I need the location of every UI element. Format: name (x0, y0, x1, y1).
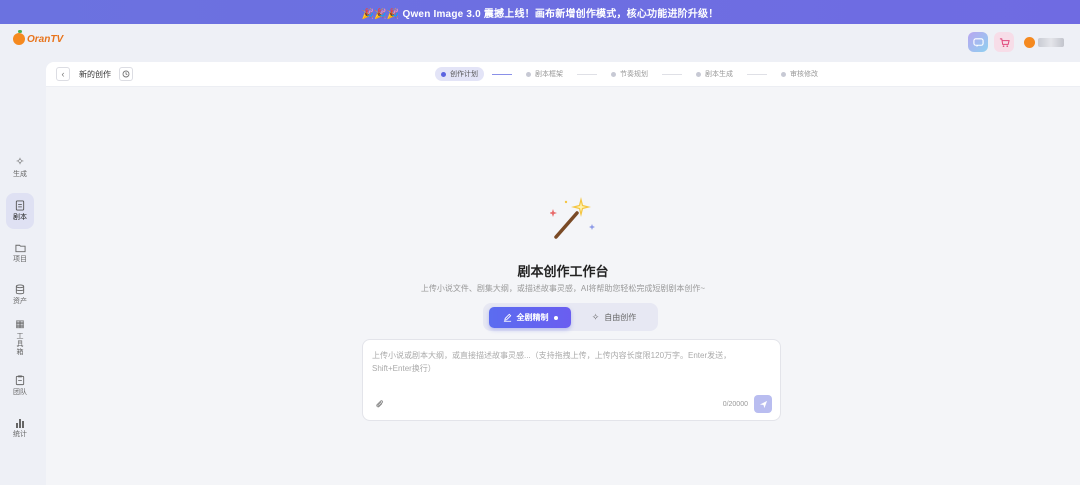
step-connector (662, 73, 682, 75)
logo-text: OranTV (27, 33, 64, 45)
prompt-composer[interactable]: 上传小说或剧本大纲，或直接描述故事灵感...（支持拖拽上传，上传内容长度限120… (362, 339, 781, 421)
sidebar-item-toolbox[interactable]: ▦ 工具箱 (6, 316, 34, 360)
sidebar-item-stats[interactable]: 统计 (6, 410, 34, 446)
folder-icon (14, 244, 26, 252)
sparkle-icon: ✧ (15, 156, 25, 168)
sidebar-item-project[interactable]: 项目 (6, 235, 34, 271)
step-framework[interactable]: 剧本框架 (520, 67, 569, 81)
free-creation-mode-button[interactable]: ✧ 自由创作 (575, 307, 653, 328)
progress-steps: 创作计划 剧本框架 节奏规划 剧本生成 审核修改 (435, 67, 824, 81)
workspace-title: 剧本创作工作台 (517, 264, 609, 279)
orange-logo-icon (13, 30, 25, 45)
document-icon (15, 200, 25, 211)
placeholder-line: 上传小说或剧本大纲，或直接描述故事灵感...（支持拖拽上传，上传内容长度限120… (372, 351, 732, 360)
step-review[interactable]: 审核修改 (775, 67, 824, 81)
mode-toggle: 全剧精制 ✧ 自由创作 (483, 303, 658, 331)
banner-text: 🎉🎉🎉 Qwen Image 3.0 震撼上线！画布新增创作模式，核心功能进阶升… (361, 8, 719, 20)
history-button[interactable] (119, 67, 133, 81)
send-button[interactable] (754, 395, 772, 413)
step-connector (577, 73, 597, 75)
sidebar-item-label: 生成 (13, 171, 27, 178)
sidebar-item-generate[interactable]: ✧ 生成 (6, 150, 34, 186)
sidebar-item-script[interactable]: 剧本 (6, 193, 34, 229)
sidebar: ✧ 生成 剧本 项目 资产 ▦ 工具箱 团队 统计 (0, 62, 46, 485)
sidebar-item-label: 剧本 (13, 214, 27, 221)
chevron-left-icon: ‹ (61, 69, 65, 79)
sidebar-item-label: 统计 (13, 430, 27, 438)
sparkle-icon: ✧ (591, 312, 600, 322)
step-dot (781, 71, 786, 77)
step-generate[interactable]: 剧本生成 (690, 67, 739, 81)
attach-button[interactable] (375, 399, 384, 411)
panel-header: ‹ 新的创作 创作计划 剧本框架 节奏规划 剧本生成 审核修改 (46, 62, 1080, 87)
step-dot (441, 71, 446, 77)
avatar (1024, 36, 1035, 48)
paperclip-icon (376, 400, 383, 408)
sidebar-item-label: 工具箱 (16, 333, 24, 356)
user-menu[interactable] (1024, 36, 1064, 48)
send-icon (759, 400, 767, 408)
sidebar-item-label: 团队 (13, 389, 27, 396)
char-counter: 0/20000 (722, 401, 748, 408)
step-label: 创作计划 (450, 71, 478, 78)
grid-icon: ▦ (15, 319, 25, 330)
team-icon (15, 375, 25, 386)
pen-icon (503, 313, 511, 322)
chat-button[interactable] (968, 32, 988, 52)
step-label: 剧本框架 (535, 71, 563, 78)
sidebar-item-label: 项目 (13, 255, 27, 263)
step-rhythm[interactable]: 节奏规划 (605, 67, 654, 81)
user-name-blurred (1038, 37, 1064, 47)
placeholder-line: Shift+Enter换行） (372, 364, 436, 373)
top-bar: OranTV (0, 24, 1080, 62)
main-panel: ‹ 新的创作 创作计划 剧本框架 节奏规划 剧本生成 审核修改 剧本创作工作台 … (46, 62, 1080, 485)
sidebar-item-label: 资产 (13, 298, 27, 305)
magic-wand-icon (550, 197, 595, 239)
step-connector (747, 73, 767, 75)
step-label: 审核修改 (790, 71, 818, 78)
mode-label: 全剧精制 (516, 313, 549, 322)
mode-label: 自由创作 (604, 313, 637, 322)
selected-dot (553, 315, 558, 320)
page-title: 新的创作 (79, 70, 111, 79)
chat-icon (972, 37, 984, 47)
step-dot (611, 71, 616, 77)
top-right-actions (968, 32, 1064, 52)
cart-icon (999, 37, 1010, 47)
step-label: 节奏规划 (620, 71, 648, 78)
workspace-subtitle: 上传小说文件、剧集大纲，或描述故事灵感，AI将帮助您轻松完成短剧剧本创作~ (420, 284, 706, 293)
step-plan[interactable]: 创作计划 (435, 67, 484, 81)
step-label: 剧本生成 (705, 71, 733, 78)
back-button[interactable]: ‹ (56, 67, 70, 81)
step-dot (526, 71, 531, 77)
step-connector (492, 73, 512, 75)
full-script-mode-button[interactable]: 全剧精制 (489, 307, 571, 328)
database-icon (15, 284, 25, 295)
sidebar-item-team[interactable]: 团队 (6, 368, 34, 404)
composer-placeholder[interactable]: 上传小说或剧本大纲，或直接描述故事灵感...（支持拖拽上传，上传内容长度限120… (372, 349, 742, 375)
logo[interactable]: OranTV (13, 30, 64, 45)
step-dot (696, 71, 701, 77)
announcement-banner[interactable]: 🎉🎉🎉 Qwen Image 3.0 震撼上线！画布新增创作模式，核心功能进阶升… (0, 0, 1080, 24)
cart-button[interactable] (994, 32, 1014, 52)
sidebar-item-assets[interactable]: 资产 (6, 277, 34, 313)
chart-icon (16, 418, 24, 428)
history-icon (122, 70, 130, 78)
